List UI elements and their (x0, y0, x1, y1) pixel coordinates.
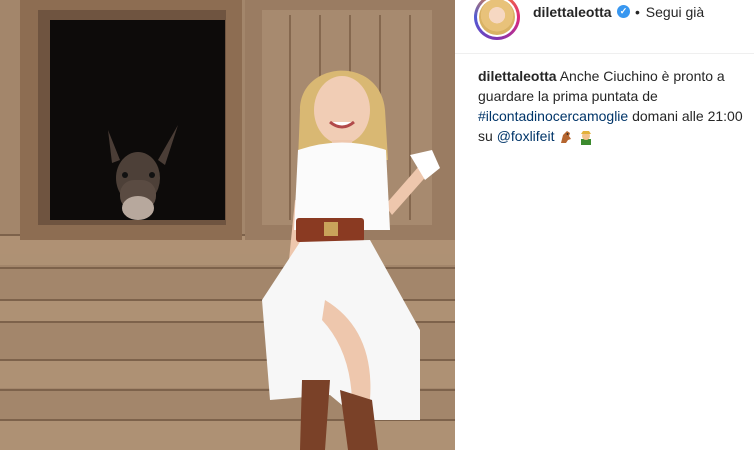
username-link[interactable]: dilettaleotta (533, 4, 612, 20)
post-photo[interactable] (0, 0, 455, 450)
horse-emoji-icon (561, 131, 572, 144)
post-photo-image (0, 0, 455, 450)
farmer-emoji-icon (581, 131, 592, 146)
caption-mention[interactable]: @foxlifeit (497, 128, 555, 144)
verified-badge-icon: ✓ (617, 5, 630, 18)
avatar-ring (477, 0, 517, 37)
post-header: dilettaleotta ✓ • Segui già (455, 0, 754, 54)
caption: dilettaleotta Anche Ciuchino è pronto a … (478, 66, 750, 146)
avatar[interactable] (474, 0, 520, 40)
follow-status[interactable]: • Segui già (635, 4, 704, 20)
post-sidebar: dilettaleotta ✓ • Segui già dilettaleott… (455, 0, 754, 450)
follow-button[interactable]: Segui già (646, 4, 704, 20)
avatar-image (479, 0, 515, 35)
caption-username[interactable]: dilettaleotta (478, 68, 557, 84)
follow-separator: • (635, 4, 640, 20)
caption-hashtag[interactable]: #ilcontadinocercamoglie (478, 108, 628, 124)
